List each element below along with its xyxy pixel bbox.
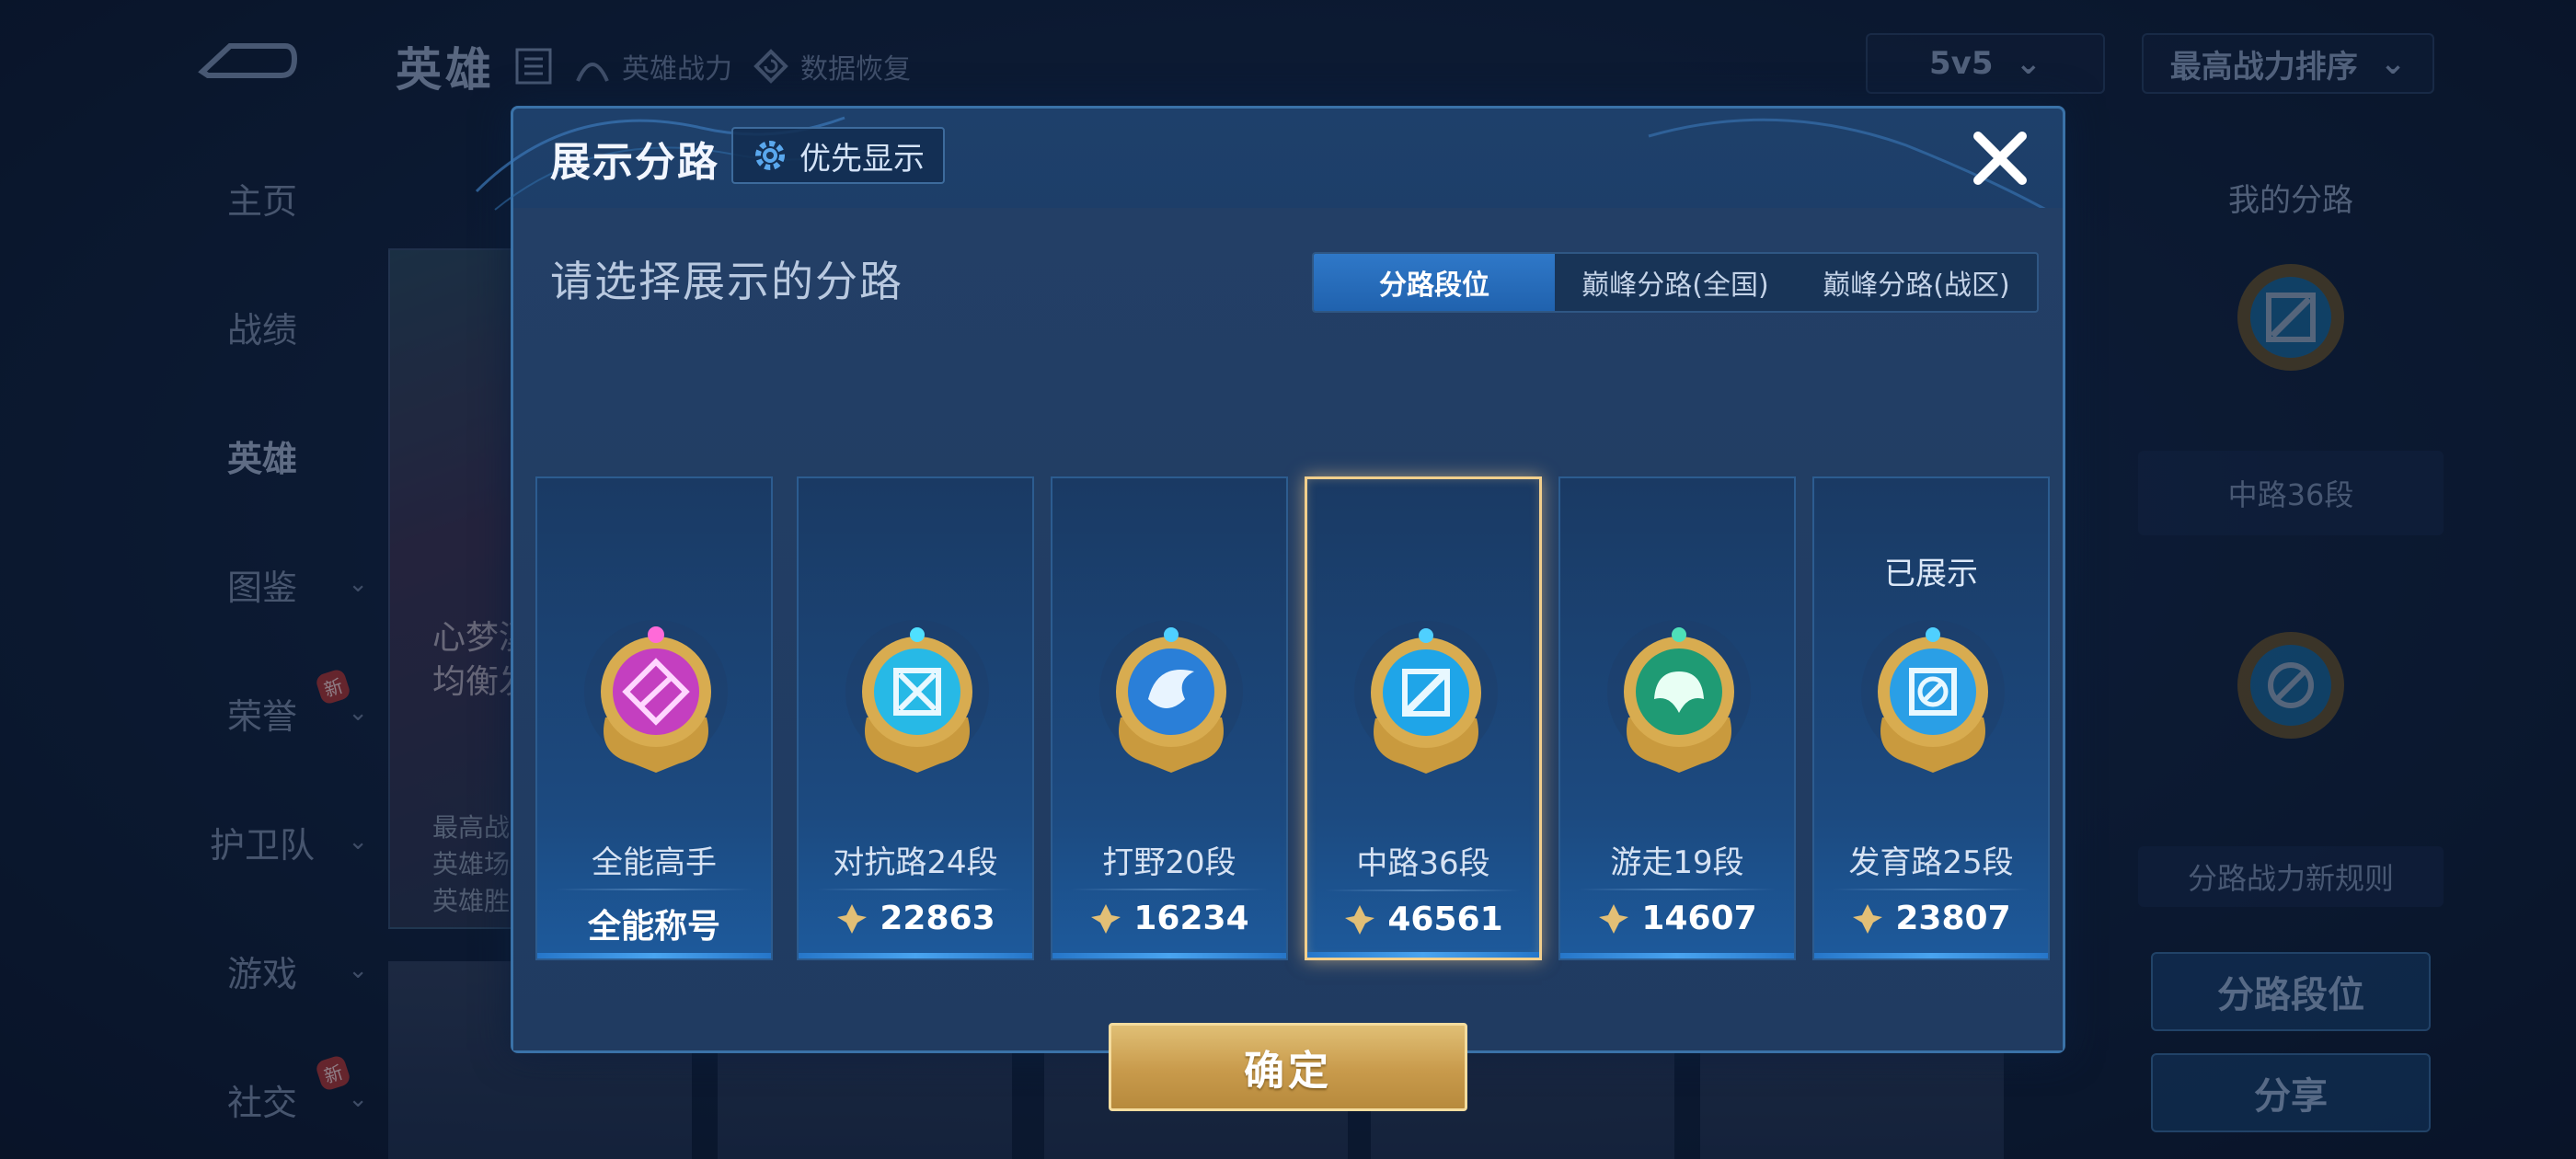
gear-icon bbox=[755, 141, 785, 170]
lane-power: 22863 bbox=[799, 900, 1032, 937]
lane-power: 16234 bbox=[1052, 900, 1286, 937]
lane-card-jungle[interactable]: 打野20段 16234 bbox=[1051, 476, 1288, 960]
tab-peak-region[interactable]: 巅峰分路(战区) bbox=[1796, 254, 2037, 311]
lane-name: 中路36段 bbox=[1356, 845, 1490, 882]
lane-name: 游走19段 bbox=[1610, 844, 1744, 881]
lane-power-value: 14607 bbox=[1641, 900, 1757, 937]
card-divider bbox=[556, 889, 753, 890]
jungle-emblem-icon bbox=[1099, 620, 1243, 773]
dialog-title: 展示分路 bbox=[550, 139, 719, 186]
lane-value: 全能称号 bbox=[587, 908, 720, 946]
card-divider bbox=[1071, 889, 1268, 890]
lane-power: 46561 bbox=[1307, 901, 1539, 938]
power-icon bbox=[1091, 903, 1121, 934]
lane-card-mid[interactable]: 中路36段 46561 bbox=[1305, 476, 1542, 960]
lane-card-farm[interactable]: 已展示 发育路25段 23807 bbox=[1812, 476, 2050, 960]
show-lane-dialog: 展示分路 优先显示 请选择展示的分路 分路段位 巅峰分路(全国) 巅峰分路(战区… bbox=[475, 106, 2065, 1111]
shown-status-label: 已展示 bbox=[1884, 556, 1978, 592]
card-divider bbox=[1579, 889, 1776, 890]
lane-card-roam[interactable]: 游走19段 14607 bbox=[1558, 476, 1796, 960]
roam-emblem-icon bbox=[1607, 620, 1751, 773]
lane-power-value: 16234 bbox=[1133, 900, 1249, 937]
all-round-emblem-icon bbox=[584, 620, 728, 773]
card-divider bbox=[1833, 889, 2030, 890]
lane-tabs: 分路段位 巅峰分路(全国) 巅峰分路(战区) bbox=[1312, 252, 2039, 313]
mid-lane-emblem-icon bbox=[1354, 621, 1498, 774]
lane-title-text: 全能称号 bbox=[537, 900, 771, 947]
tab-lane-rank[interactable]: 分路段位 bbox=[1314, 254, 1555, 311]
confirm-button[interactable]: 确定 bbox=[1109, 1023, 1467, 1111]
dialog-subtitle: 请选择展示的分路 bbox=[550, 257, 903, 306]
card-divider bbox=[817, 889, 1014, 890]
tab-peak-national[interactable]: 巅峰分路(全国) bbox=[1555, 254, 1796, 311]
clash-lane-emblem-icon bbox=[845, 620, 989, 773]
lane-card-all-round[interactable]: 全能高手 全能称号 bbox=[535, 476, 773, 960]
farm-lane-emblem-icon bbox=[1861, 620, 2005, 773]
lane-power: 23807 bbox=[1814, 900, 2048, 937]
lane-name: 全能高手 bbox=[592, 844, 717, 881]
lane-power: 14607 bbox=[1560, 900, 1794, 937]
lane-card-clash[interactable]: 对抗路24段 22863 bbox=[797, 476, 1034, 960]
power-icon bbox=[1599, 903, 1629, 934]
lane-name: 打野20段 bbox=[1102, 844, 1236, 881]
lane-power-value: 23807 bbox=[1895, 900, 2011, 937]
priority-display-label: 优先显示 bbox=[799, 140, 925, 178]
dialog-body: 请选择展示的分路 分路段位 巅峰分路(全国) 巅峰分路(战区) 全能高手 全能称… bbox=[513, 208, 2063, 1111]
power-icon bbox=[837, 903, 868, 934]
lane-name: 发育路25段 bbox=[1848, 844, 2014, 881]
power-icon bbox=[1853, 903, 1883, 934]
lane-power-value: 46561 bbox=[1387, 901, 1503, 938]
lane-name: 对抗路24段 bbox=[833, 844, 998, 881]
power-icon bbox=[1345, 904, 1375, 935]
priority-display-button[interactable]: 优先显示 bbox=[731, 127, 945, 184]
lane-power-value: 22863 bbox=[880, 900, 995, 937]
card-divider bbox=[1326, 889, 1521, 891]
close-icon[interactable] bbox=[1965, 123, 2035, 193]
